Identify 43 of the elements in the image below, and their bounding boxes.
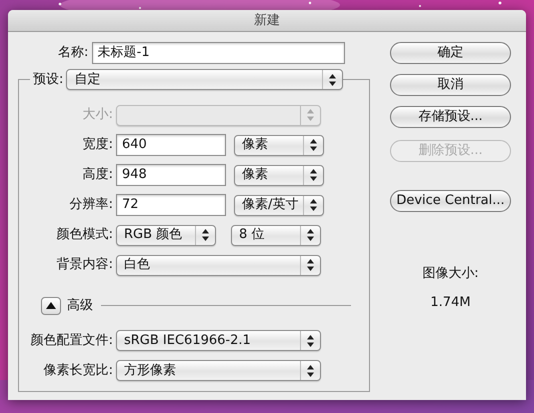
field-label: 预设: [30, 70, 66, 90]
text-field[interactable]: 640 [116, 134, 226, 156]
field-label: 像素长宽比: [42, 362, 113, 380]
dropdown[interactable]: RGB 颜色 [116, 224, 216, 246]
stepper-arrows-icon [307, 259, 314, 271]
field-label: 背景内容: [56, 256, 113, 274]
dropdown[interactable]: 像素/英寸 [234, 194, 324, 216]
dialog-button[interactable]: 确定 [390, 42, 511, 64]
stepper-arrows-icon [329, 74, 336, 86]
text-field[interactable]: 72 [116, 194, 226, 216]
stepper-arrows-icon [310, 199, 317, 211]
field-label: 高度: [82, 166, 113, 184]
field-label: 分辨率: [68, 196, 113, 214]
field-label: 大小: [82, 106, 113, 124]
dropdown[interactable]: 自定 [66, 69, 344, 90]
stepper-arrows-icon [307, 229, 314, 241]
stepper-arrows-icon [307, 364, 314, 376]
dialog-button[interactable]: Device Central... [390, 190, 511, 212]
stepper-arrows-icon [202, 229, 209, 241]
stepper-arrows-icon [307, 109, 314, 121]
stepper-arrows-icon [310, 169, 317, 181]
stepper-arrows-icon [310, 139, 317, 151]
field-label: 颜色配置文件: [30, 332, 113, 350]
info-value: 1.74M [429, 294, 472, 312]
window-title: 新建 [254, 12, 280, 30]
triangle-icon [46, 302, 56, 310]
stepper-arrows-icon [307, 334, 314, 346]
field-label: 颜色模式: [56, 226, 113, 244]
field-label: 宽度: [82, 136, 113, 154]
field-label: 名称: [58, 44, 88, 62]
dropdown[interactable]: 白色 [116, 254, 321, 276]
info-label: 图像大小: [421, 265, 480, 283]
disclosure-button[interactable] [41, 296, 61, 315]
dropdown[interactable]: 8 位 [231, 224, 321, 246]
text-field[interactable]: 未标题-1 [92, 42, 345, 64]
dropdown[interactable]: 像素 [234, 164, 324, 186]
section-label: 高级 [67, 297, 93, 315]
dropdown[interactable]: sRGB IEC61966-2.1 [116, 330, 321, 351]
dropdown[interactable]: 像素 [234, 134, 324, 156]
text-field[interactable]: 948 [116, 164, 226, 186]
dialog-button[interactable]: 存储预设... [390, 106, 511, 128]
dropdown[interactable]: 方形像素 [116, 360, 321, 381]
dialog-button[interactable]: 取消 [390, 74, 511, 96]
